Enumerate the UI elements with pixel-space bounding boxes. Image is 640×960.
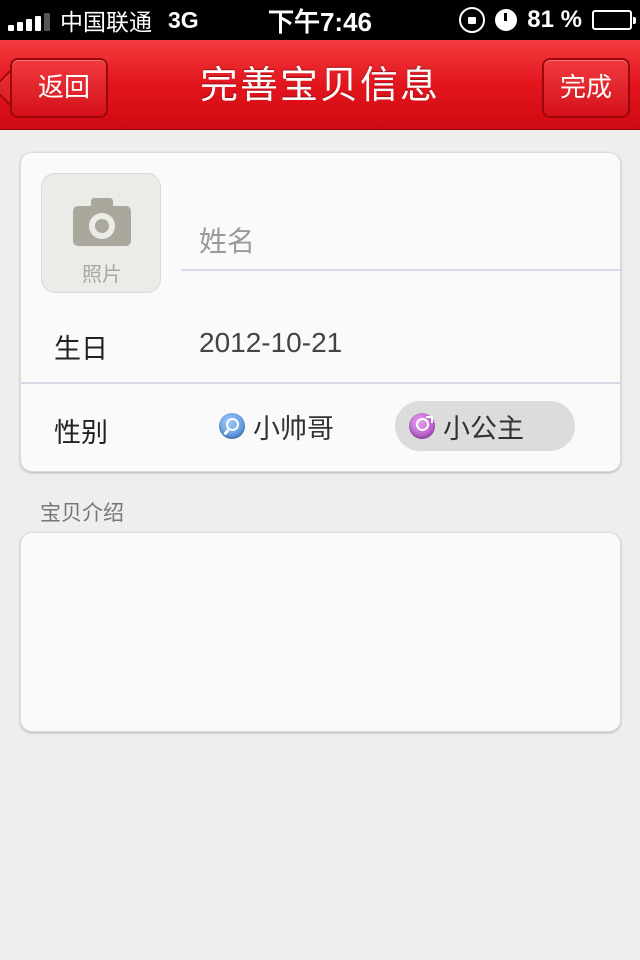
- photo-label: 照片: [82, 262, 122, 286]
- gender-option-label: 小公主: [443, 413, 524, 445]
- done-button[interactable]: 完成: [542, 58, 630, 118]
- birthday-label: 生日: [54, 334, 108, 365]
- nav-bar: 完善宝贝信息 返回 完成: [0, 40, 640, 130]
- alarm-icon: [495, 9, 518, 31]
- carrier-name: 中国联通: [60, 9, 152, 35]
- gender-option-boy[interactable]: 小帅哥: [205, 401, 348, 451]
- camera-icon: [73, 198, 131, 246]
- intro-textarea[interactable]: [20, 532, 621, 732]
- rotation-lock-icon: [459, 7, 486, 33]
- female-icon: [409, 413, 435, 439]
- done-button-label: 完成: [559, 73, 612, 103]
- back-button[interactable]: 返回: [10, 58, 108, 118]
- signal-icon: [8, 9, 50, 31]
- gender-option-girl[interactable]: 小公主: [395, 401, 575, 451]
- status-bar: 中国联通 3G 下午7:46 81 %: [0, 0, 640, 40]
- name-input[interactable]: [181, 213, 622, 271]
- photo-button[interactable]: 照片: [41, 173, 161, 293]
- back-button-label: 返回: [37, 73, 90, 103]
- network-type: 3G: [168, 6, 199, 33]
- battery-percent: 81 %: [527, 6, 582, 33]
- intro-section-label: 宝贝介绍: [40, 501, 124, 525]
- row-divider: [21, 382, 620, 384]
- gender-label: 性别: [54, 418, 108, 449]
- male-icon: [219, 413, 245, 439]
- battery-icon: [592, 10, 636, 30]
- birthday-field[interactable]: 2012-10-21: [199, 327, 342, 359]
- gender-option-label: 小帅哥: [253, 413, 334, 445]
- profile-form-card: 照片 生日 2012-10-21 性别 小帅哥 小公主: [20, 152, 622, 472]
